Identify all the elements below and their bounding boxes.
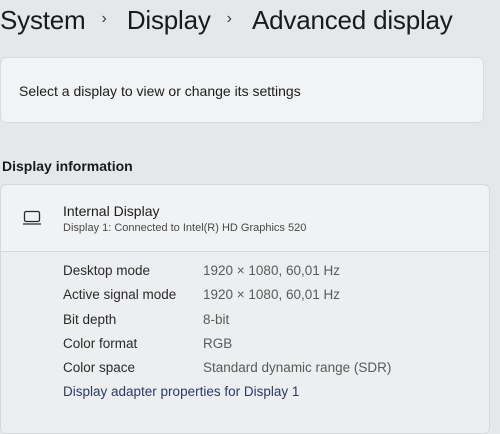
info-row-color-space: Color space Standard dynamic range (SDR): [63, 360, 391, 375]
chevron-right-icon: ›: [226, 10, 232, 27]
info-row-active-signal-mode: Active signal mode 1920 × 1080, 60,01 Hz: [63, 287, 340, 302]
chevron-right-icon: ›: [101, 10, 107, 27]
info-label: Desktop mode: [63, 263, 151, 278]
display-information-card: Internal Display Display 1: Connected to…: [0, 184, 490, 434]
info-value: 1920 × 1080, 60,01 Hz: [203, 263, 340, 278]
breadcrumb: System › Display › Advanced display: [0, 2, 453, 38]
info-row-color-format: Color format RGB: [63, 336, 232, 351]
display-subtitle: Display 1: Connected to Intel(R) HD Grap…: [63, 222, 307, 234]
info-value: 1920 × 1080, 60,01 Hz: [203, 287, 340, 302]
info-row-desktop-mode: Desktop mode 1920 × 1080, 60,01 Hz: [63, 263, 340, 278]
info-label: Bit depth: [63, 312, 117, 327]
page-title: Advanced display: [252, 4, 453, 35]
select-display-card[interactable]: Select a display to view or change its s…: [0, 57, 484, 123]
display-information-header: Internal Display Display 1: Connected to…: [1, 185, 489, 252]
section-heading-display-information: Display information: [2, 158, 133, 174]
info-label: Color space: [63, 360, 136, 375]
info-value: Standard dynamic range (SDR): [203, 360, 392, 375]
info-label: Color format: [63, 336, 138, 351]
display-adapter-properties-link[interactable]: Display adapter properties for Display 1: [63, 384, 299, 399]
info-value: 8-bit: [203, 312, 230, 327]
display-name: Internal Display: [63, 203, 160, 219]
info-row-bit-depth: Bit depth 8-bit: [63, 312, 229, 327]
monitor-icon: [22, 209, 42, 227]
select-display-text: Select a display to view or change its s…: [19, 83, 301, 99]
breadcrumb-display[interactable]: Display: [127, 5, 211, 36]
info-label: Active signal mode: [63, 287, 177, 302]
info-value: RGB: [203, 336, 233, 351]
breadcrumb-system[interactable]: System: [0, 5, 86, 36]
